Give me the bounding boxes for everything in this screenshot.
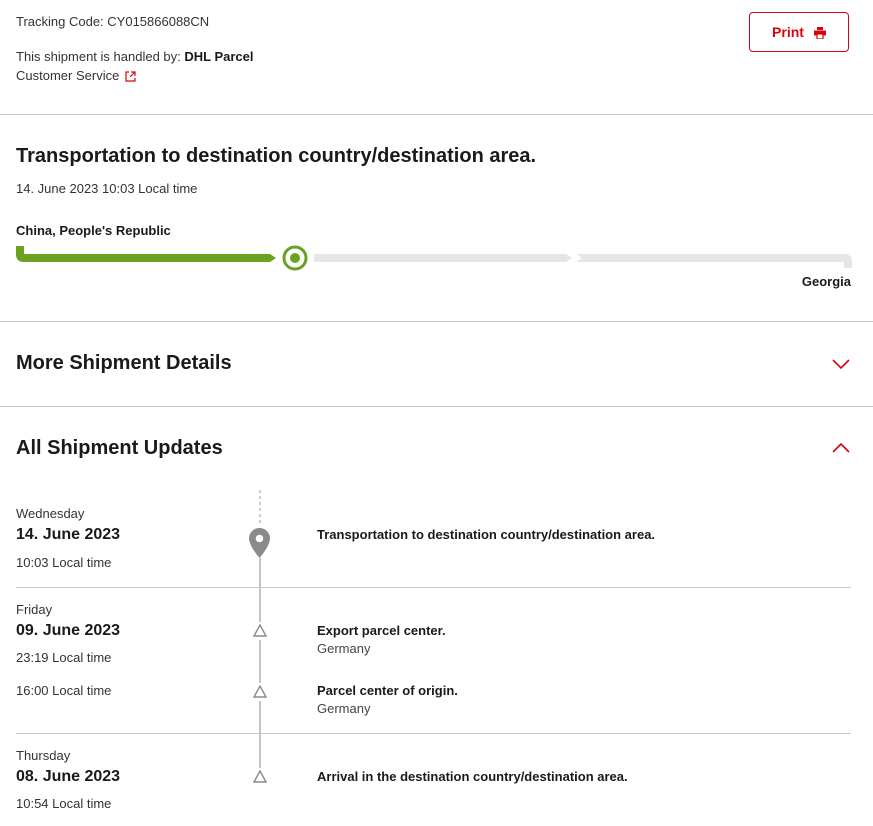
update-time: 10:54 Local time bbox=[16, 796, 112, 811]
update-event-title: Parcel center of origin. bbox=[317, 683, 458, 698]
update-time: 23:19 Local time bbox=[16, 650, 112, 665]
update-day: Thursday bbox=[16, 748, 71, 763]
divider bbox=[0, 114, 873, 115]
update-time: 10:03 Local time bbox=[16, 555, 112, 570]
update-time: 16:00 Local time bbox=[16, 683, 112, 698]
all-updates-heading[interactable]: All Shipment Updates bbox=[16, 437, 223, 460]
external-link-icon bbox=[125, 70, 136, 82]
handled-by: This shipment is handled by: DHL Parcel bbox=[16, 49, 254, 64]
update-date: 14. June 2023 bbox=[16, 526, 121, 543]
update-event-title: Export parcel center. bbox=[317, 623, 446, 638]
divider bbox=[0, 321, 873, 322]
triangle-marker-icon bbox=[252, 684, 268, 703]
update-day: Friday bbox=[16, 602, 53, 617]
progress-track-segment bbox=[576, 254, 852, 268]
update-event-title: Transportation to destination country/de… bbox=[317, 527, 656, 542]
update-event-location: Germany bbox=[317, 701, 371, 716]
update-day: Wednesday bbox=[16, 506, 85, 521]
tracking-code: Tracking Code: CY015866088CN bbox=[16, 14, 210, 29]
customer-service-label: Customer Service bbox=[16, 68, 120, 83]
triangle-marker-icon bbox=[252, 769, 268, 788]
divider bbox=[0, 406, 873, 407]
handled-by-label: This shipment is handled by: bbox=[16, 49, 185, 64]
print-button-label: Print bbox=[772, 24, 804, 40]
divider bbox=[16, 733, 851, 734]
origin-label: China, People's Republic bbox=[16, 223, 171, 238]
update-event-title: Arrival in the destination country/desti… bbox=[317, 769, 628, 784]
update-date: 08. June 2023 bbox=[16, 768, 121, 785]
printer-icon bbox=[813, 26, 826, 40]
more-details-heading[interactable]: More Shipment Details bbox=[16, 352, 232, 375]
triangle-marker-icon bbox=[252, 623, 268, 642]
update-date: 09. June 2023 bbox=[16, 622, 121, 639]
location-pin-icon bbox=[249, 528, 270, 563]
print-button[interactable]: Print bbox=[749, 12, 849, 52]
divider bbox=[16, 587, 851, 588]
chevron-down-icon[interactable] bbox=[831, 357, 851, 371]
progress-fill bbox=[16, 246, 276, 262]
progress-bar bbox=[16, 245, 852, 271]
progress-track-segment bbox=[314, 254, 572, 262]
status-title: Transportation to destination country/de… bbox=[16, 145, 537, 167]
status-timestamp: 14. June 2023 10:03 Local time bbox=[16, 181, 198, 196]
update-event-location: Germany bbox=[317, 641, 371, 656]
chevron-up-icon[interactable] bbox=[831, 441, 851, 455]
carrier-name: DHL Parcel bbox=[184, 49, 254, 64]
destination-label: Georgia bbox=[801, 274, 851, 289]
customer-service-link[interactable]: Customer Service bbox=[16, 68, 136, 83]
